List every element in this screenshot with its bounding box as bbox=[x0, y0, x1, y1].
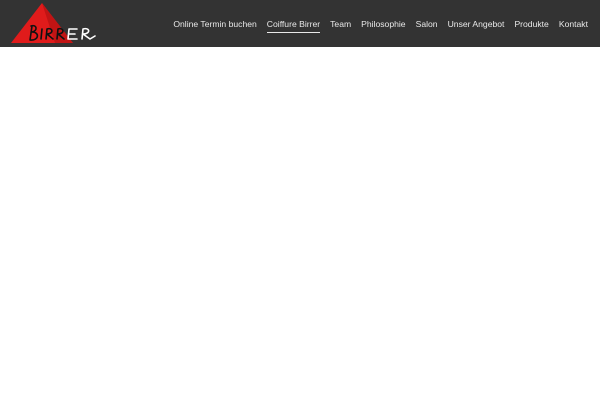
nav-item-philosophie[interactable]: Philosophie bbox=[361, 18, 405, 30]
main-content bbox=[0, 47, 600, 400]
site-header: Online Termin buchen Coiffure Birrer Tea… bbox=[0, 0, 600, 47]
red-triangle-logo-icon bbox=[11, 3, 96, 43]
birrer-logo[interactable] bbox=[11, 3, 97, 45]
nav-item-salon[interactable]: Salon bbox=[416, 18, 438, 30]
nav-item-kontakt[interactable]: Kontakt bbox=[559, 18, 588, 30]
main-navigation: Online Termin buchen Coiffure Birrer Tea… bbox=[173, 0, 588, 47]
nav-item-coiffure-birrer[interactable]: Coiffure Birrer bbox=[266, 18, 321, 33]
nav-item-produkte[interactable]: Produkte bbox=[514, 18, 548, 30]
nav-item-unser-angebot[interactable]: Unser Angebot bbox=[448, 18, 505, 30]
nav-item-team[interactable]: Team bbox=[330, 18, 351, 30]
nav-item-online-termin-buchen[interactable]: Online Termin buchen bbox=[173, 18, 256, 30]
